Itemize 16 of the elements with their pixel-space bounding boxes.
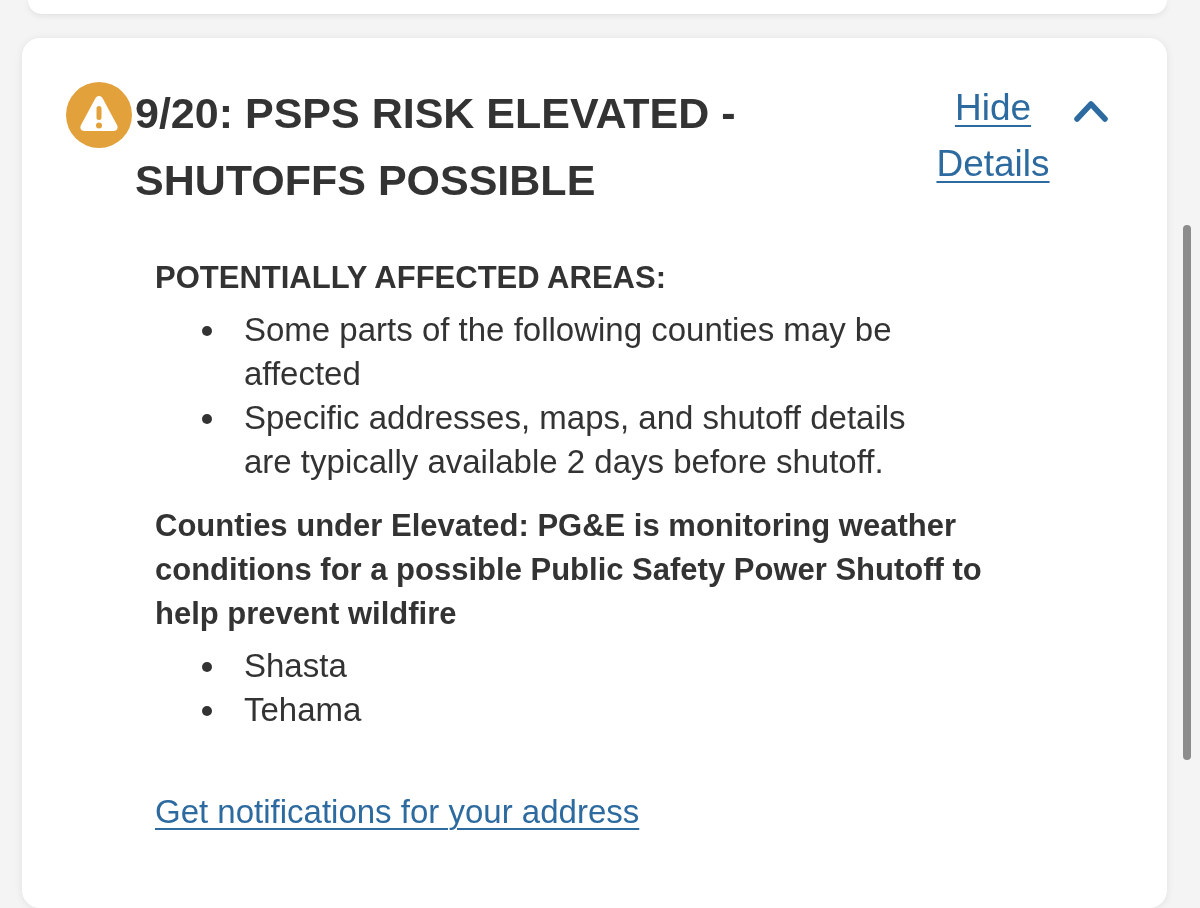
list-item-text: Specific addresses, maps, and shutoff details are typically available 2 days before shutoff.: [244, 398, 907, 482]
hide-details-link[interactable]: Hide Details: [929, 80, 1057, 192]
bullet-icon: [202, 414, 212, 424]
scrollbar-thumb[interactable]: [1183, 225, 1191, 760]
bullet-icon: [202, 662, 212, 672]
section-heading: POTENTIALLY AFFECTED AREAS:: [155, 259, 667, 297]
notifications-link[interactable]: Get notifications for your address: [155, 790, 640, 834]
chevron-up-icon[interactable]: [1073, 99, 1109, 123]
warning-icon: [66, 82, 132, 148]
section-heading: Counties under Elevated: PG&E is monitoring weather conditions for a possible Public Safety Power Shutoff to help prevent wildfire: [155, 507, 983, 633]
alert-title: 9/20: PSPS RISK ELEVATED - SHUTOFFS POSSIBLE: [135, 88, 737, 206]
list-item-text: Shasta: [244, 646, 348, 686]
list-item-text: Tehama: [244, 690, 363, 730]
list-item-text: Some parts of the following counties may be affected: [244, 310, 893, 394]
bullet-icon: [202, 706, 212, 716]
bullet-icon: [202, 326, 212, 336]
